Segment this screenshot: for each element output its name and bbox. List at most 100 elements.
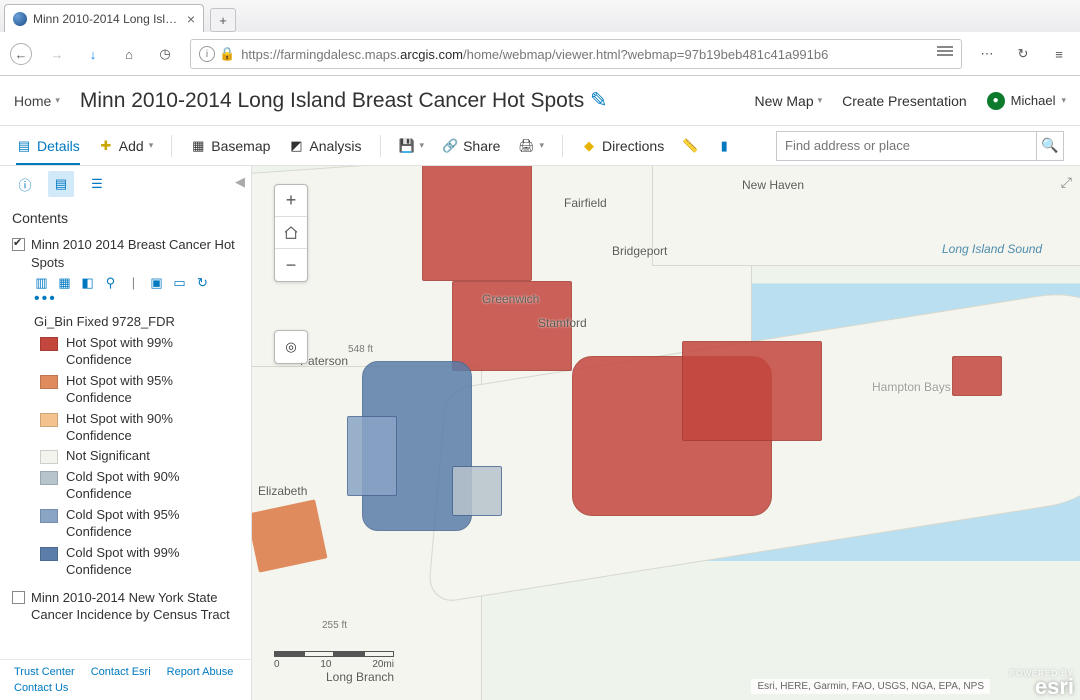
checkbox-icon[interactable] — [12, 591, 25, 604]
analysis-button[interactable]: ◩Analysis — [288, 138, 361, 154]
edit-icon[interactable]: ✎ — [590, 89, 608, 112]
contents-panel[interactable]: Contents Minn 2010 2014 Breast Cancer Ho… — [0, 202, 251, 659]
url-text: https://farmingdalesc.maps.arcgis.com/ho… — [241, 47, 931, 62]
popup-icon[interactable]: ▭ — [172, 275, 187, 290]
filter-icon[interactable]: ⚲ — [103, 275, 118, 290]
table-icon[interactable]: ▦ — [57, 275, 72, 290]
legend-item: Cold Spot with 99% Confidence — [12, 543, 239, 581]
zoom-out-button[interactable]: − — [275, 249, 307, 281]
chevron-down-icon: ▾ — [539, 140, 544, 151]
about-tab[interactable]: ⓘ — [12, 171, 38, 197]
city-label: Elizabeth — [258, 484, 307, 498]
chevron-down-icon: ▾ — [1061, 95, 1066, 106]
home-icon[interactable]: ⌂ — [118, 43, 140, 65]
search-input[interactable] — [776, 131, 1036, 161]
legend-label: Cold Spot with 99% Confidence — [66, 545, 239, 579]
contents-heading: Contents — [12, 210, 239, 226]
city-label: Hampton Bays — [872, 380, 951, 394]
collapse-icon[interactable]: ◀ — [235, 174, 245, 190]
home-link[interactable]: Home▾ — [14, 93, 60, 109]
checkbox-icon[interactable] — [12, 238, 25, 251]
browser-chrome: Minn 2010-2014 Long Isl… × + ← → ↓ ⌂ ◷ i… — [0, 0, 1080, 76]
bookmarks-icon: ▮ — [716, 138, 732, 154]
fullscreen-icon[interactable]: ⤢ — [1061, 174, 1072, 191]
legend-icon[interactable]: ▥ — [34, 275, 49, 290]
legend-item: Cold Spot with 90% Confidence — [12, 467, 239, 505]
legend-label: Not Significant — [66, 448, 150, 465]
download-icon[interactable]: ↓ — [82, 43, 104, 65]
locate-button[interactable]: ◎ — [274, 330, 308, 364]
address-row: ← → ↓ ⌂ ◷ i🔒 https://farmingdalesc.maps.… — [0, 32, 1080, 76]
chevron-down-icon: ▾ — [420, 140, 425, 151]
layer-label: Minn 2010-2014 New York State Cancer Inc… — [31, 589, 239, 624]
history-icon[interactable]: ◷ — [154, 43, 176, 65]
legend-tab[interactable]: ☰ — [84, 171, 110, 197]
bookmarks-button[interactable]: ▮ — [716, 138, 732, 154]
page-actions-icon[interactable]: ⋯ — [976, 43, 998, 65]
side-footer: Trust Center Contact Esri Report Abuse C… — [0, 659, 251, 700]
contents-tab[interactable]: ▤ — [48, 171, 74, 197]
details-button[interactable]: ▤Details — [16, 138, 80, 165]
back-button[interactable]: ← — [10, 43, 32, 65]
contact-esri-link[interactable]: Contact Esri — [91, 666, 151, 678]
new-tab-button[interactable]: + — [210, 8, 236, 32]
print-icon: 🖨 — [518, 138, 534, 154]
search-button[interactable]: 🔍 — [1036, 131, 1064, 161]
details-icon: ▤ — [16, 138, 32, 154]
report-abuse-link[interactable]: Report Abuse — [167, 666, 234, 678]
more-options[interactable]: ••• — [12, 290, 239, 308]
legend-item: Not Significant — [12, 446, 239, 467]
swatch-icon — [40, 337, 58, 351]
swatch-icon — [40, 450, 58, 464]
city-label: New Haven — [742, 178, 804, 192]
main: ⓘ ▤ ☰ ◀ Contents Minn 2010 2014 Breast C… — [0, 166, 1080, 700]
style-icon[interactable]: ◧ — [80, 275, 95, 290]
default-extent-button[interactable] — [275, 217, 307, 249]
measure-button[interactable]: 📏 — [682, 138, 698, 154]
cluster-icon[interactable]: ▣ — [149, 275, 164, 290]
legend-label: Hot Spot with 95% Confidence — [66, 373, 239, 407]
tab-strip: Minn 2010-2014 Long Isl… × + — [0, 0, 1080, 32]
contact-us-link[interactable]: Contact Us — [14, 682, 68, 694]
close-icon[interactable]: × — [187, 11, 195, 27]
add-button[interactable]: ✚Add▾ — [98, 138, 153, 154]
info-icon[interactable]: i — [199, 46, 215, 62]
layer-item[interactable]: Minn 2010 2014 Breast Cancer Hot Spots — [12, 236, 239, 271]
map-toolbar: ▤Details ✚Add▾ ▦Basemap ◩Analysis 💾▾ 🔗Sh… — [0, 126, 1080, 166]
swatch-icon — [40, 547, 58, 561]
map-canvas[interactable]: 548 ft 255 ft New Haven Fairfield Bridge… — [252, 166, 1080, 700]
tab-title: Minn 2010-2014 Long Isl… — [33, 12, 181, 26]
new-map-link[interactable]: New Map▾ — [754, 93, 822, 109]
legend-item: Hot Spot with 99% Confidence — [12, 333, 239, 371]
link-icon: 🔗 — [442, 138, 458, 154]
scale-bar: 01020mi — [274, 651, 394, 670]
water-label: Long Island Sound — [942, 242, 1042, 256]
menu-icon[interactable]: ≡ — [1048, 43, 1070, 65]
zoom-in-button[interactable]: + — [275, 185, 307, 217]
zoom-control: + − — [274, 184, 308, 282]
address-bar[interactable]: i🔒 https://farmingdalesc.maps.arcgis.com… — [190, 39, 962, 69]
share-button[interactable]: 🔗Share — [442, 138, 500, 154]
basemap-button[interactable]: ▦Basemap — [190, 138, 270, 154]
print-button[interactable]: 🖨▾ — [518, 138, 544, 154]
directions-button[interactable]: ◆Directions — [581, 138, 664, 154]
save-button[interactable]: 💾▾ — [399, 138, 425, 154]
swatch-icon — [40, 471, 58, 485]
refresh-icon[interactable]: ↻ — [195, 275, 210, 290]
legend-item: Hot Spot with 95% Confidence — [12, 371, 239, 409]
reader-mode-icon[interactable] — [937, 46, 953, 62]
swatch-icon — [40, 413, 58, 427]
forward-button[interactable]: → — [46, 43, 68, 65]
layer-item[interactable]: Minn 2010-2014 New York State Cancer Inc… — [12, 589, 239, 624]
page-title: Minn 2010-2014 Long Island Breast Cancer… — [80, 88, 608, 113]
browser-tab[interactable]: Minn 2010-2014 Long Isl… × — [4, 4, 204, 32]
elevation-label: 255 ft — [322, 620, 347, 631]
map-attribution: Esri, HERE, Garmin, FAO, USGS, NGA, EPA,… — [751, 679, 990, 694]
trust-center-link[interactable]: Trust Center — [14, 666, 75, 678]
create-presentation-link[interactable]: Create Presentation — [842, 93, 967, 109]
reload-button[interactable]: ↻ — [1012, 43, 1034, 65]
lock-icon: 🔒 — [219, 46, 235, 62]
user-menu[interactable]: ●Michael▾ — [987, 92, 1066, 110]
save-icon: 💾 — [399, 138, 415, 154]
globe-icon — [13, 12, 27, 26]
